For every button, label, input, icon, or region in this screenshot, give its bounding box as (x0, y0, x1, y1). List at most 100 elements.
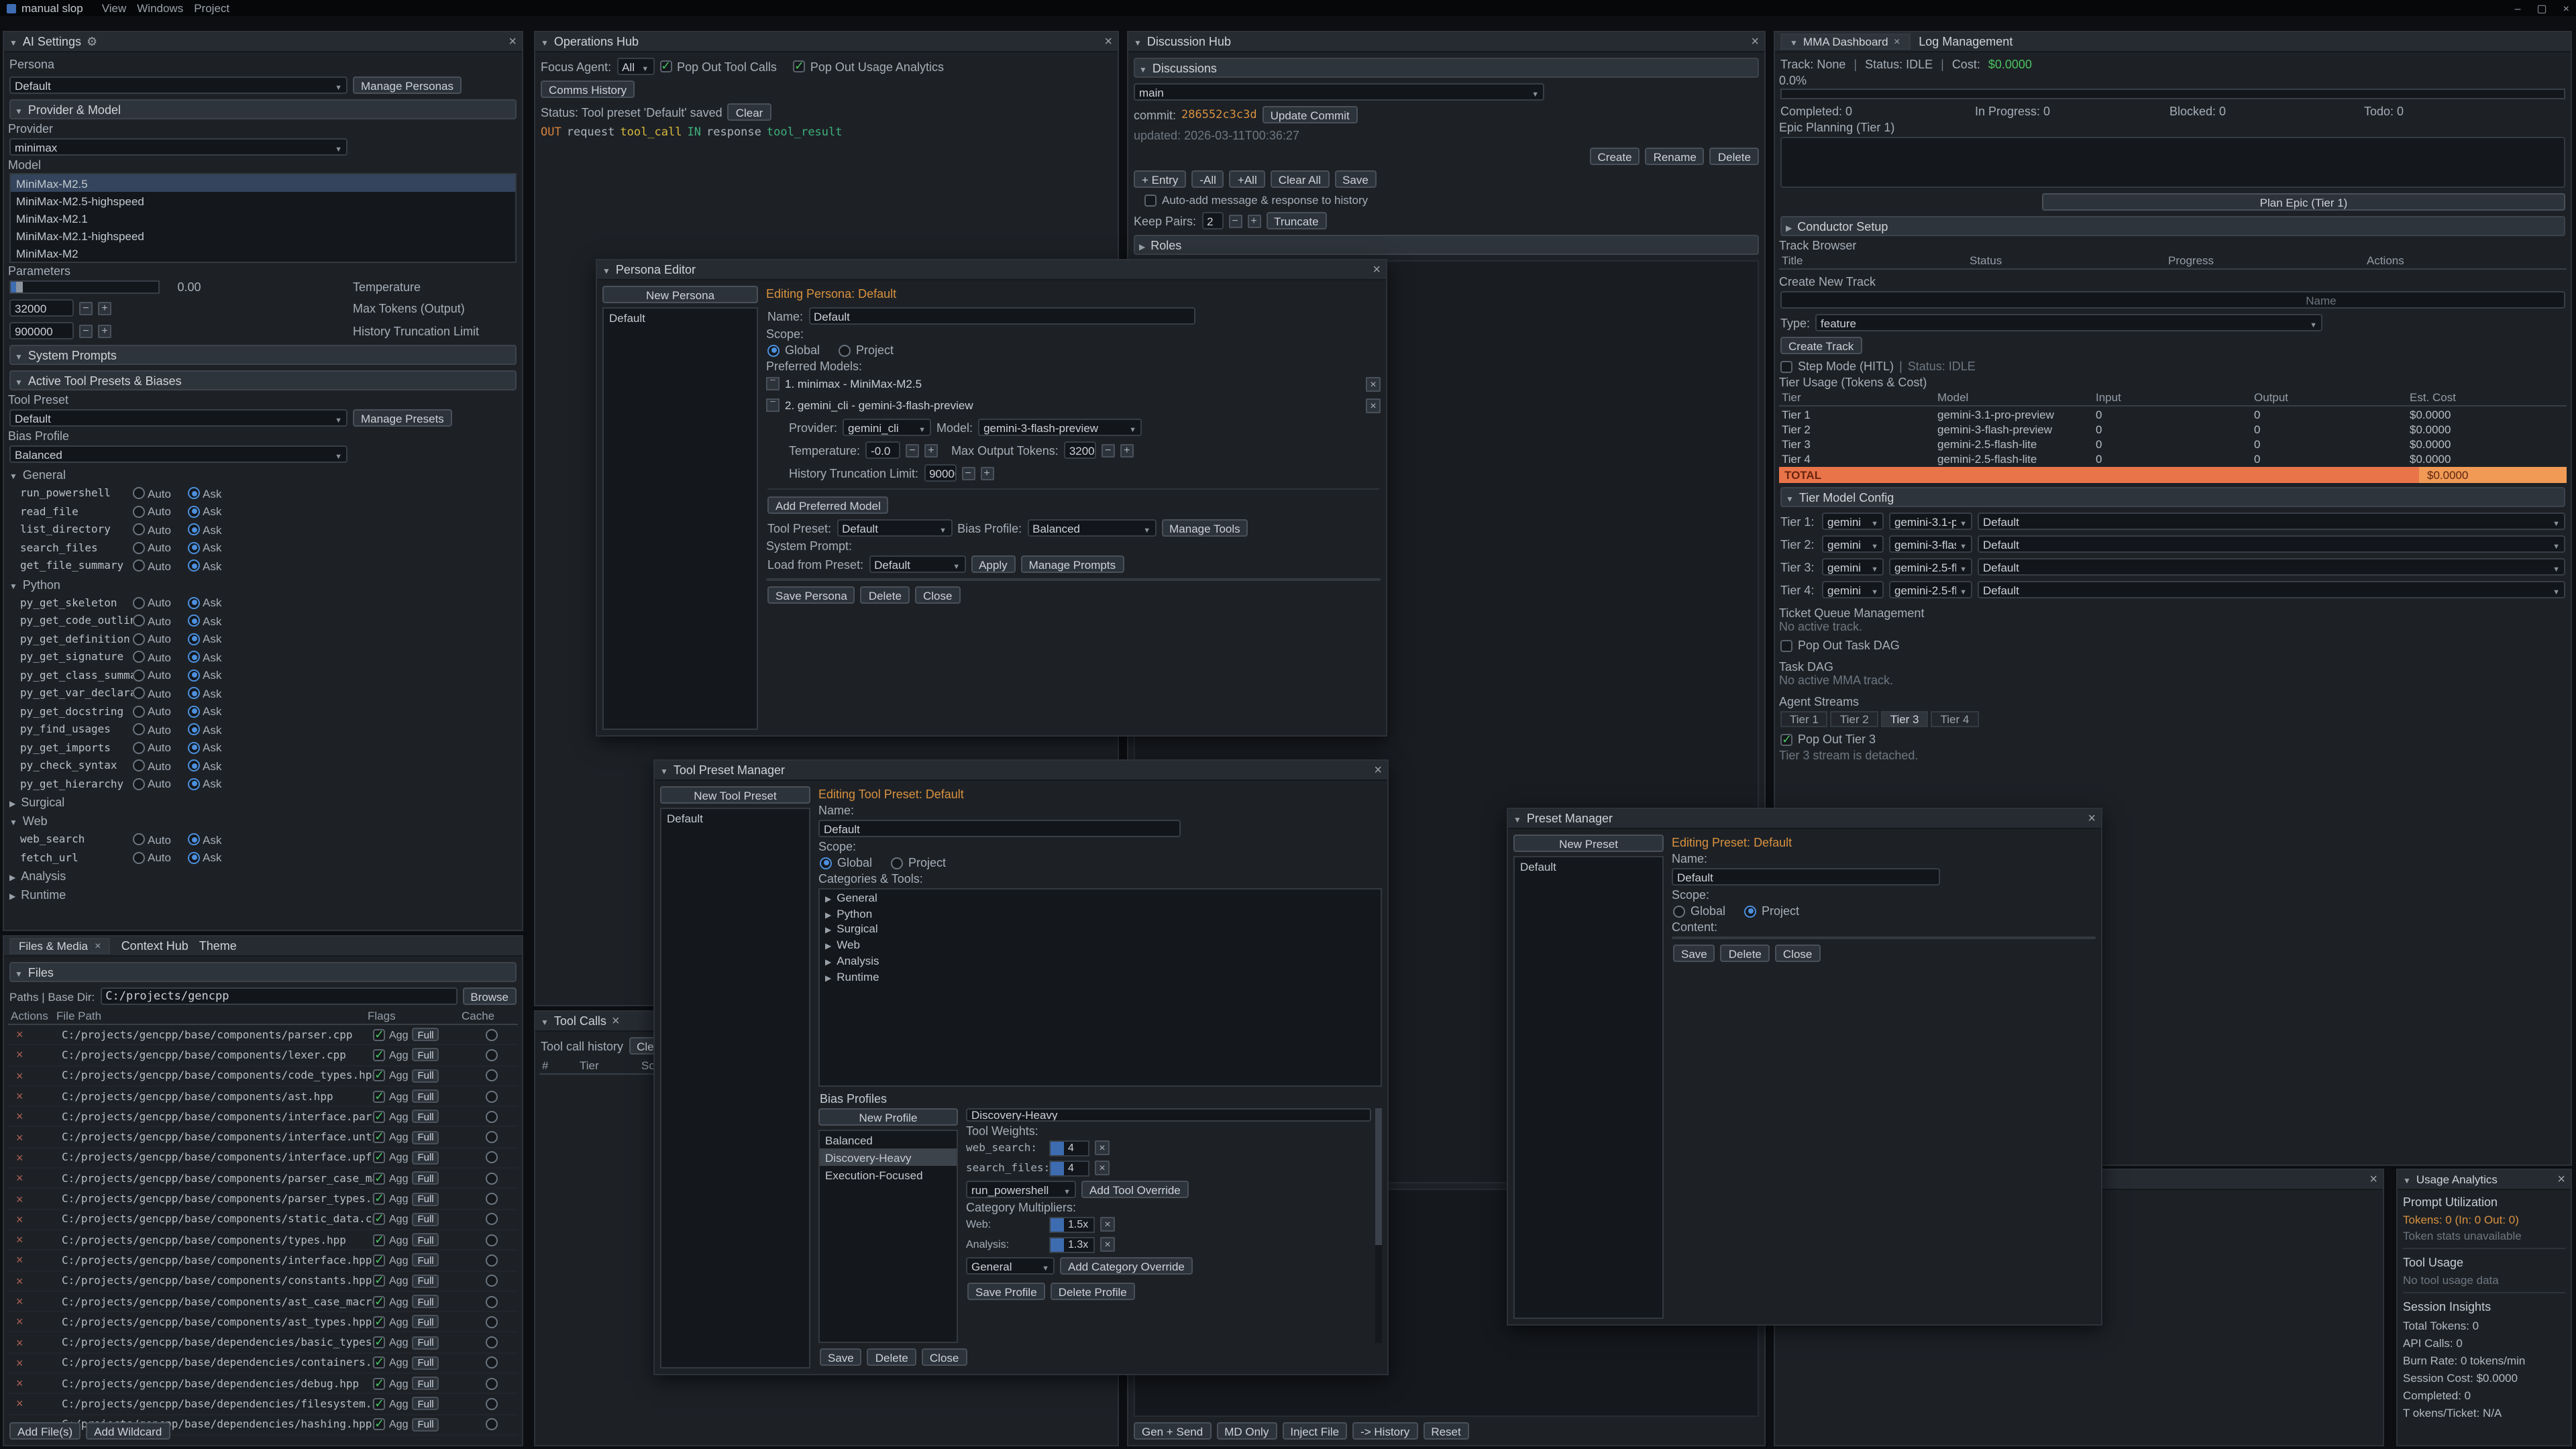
discussion-entry-button[interactable]: -All (1191, 170, 1224, 188)
entry-model-select[interactable]: gemini-3-flash-preview (978, 419, 1142, 436)
bias-profile-select[interactable]: Balanced (1027, 519, 1156, 537)
cache-radio[interactable] (485, 1090, 497, 1102)
add-preferred-model-button[interactable]: Add Preferred Model (767, 496, 889, 514)
full-button[interactable]: Full (412, 1213, 439, 1226)
remove-file-icon[interactable] (16, 1089, 23, 1103)
ask-radio[interactable] (188, 834, 200, 846)
auto-radio[interactable] (133, 742, 145, 754)
remove-file-icon[interactable] (16, 1049, 23, 1062)
ask-radio[interactable] (188, 560, 200, 572)
tier-provider-select[interactable]: gemini (1822, 558, 1884, 576)
cache-radio[interactable] (485, 1398, 497, 1410)
tier-provider-select[interactable]: gemini (1822, 535, 1884, 553)
tab-mma-dashboard[interactable]: MMA Dashboard (1780, 34, 1911, 50)
bias-profile-list-item[interactable]: Balanced (820, 1131, 957, 1148)
auto-radio[interactable] (133, 506, 145, 518)
full-button[interactable]: Full (412, 1089, 439, 1103)
tool-preset-select[interactable]: Default (9, 409, 347, 427)
ask-radio[interactable] (188, 724, 200, 736)
agg-checkbox[interactable] (373, 1214, 385, 1226)
temperature-input[interactable]: -0.0 (865, 441, 900, 459)
scope-project-radio[interactable] (891, 857, 903, 869)
increment-button[interactable] (924, 443, 938, 457)
auto-add-checkbox[interactable] (1144, 194, 1157, 206)
ask-radio[interactable] (188, 778, 200, 790)
agg-checkbox[interactable] (373, 1193, 385, 1205)
remove-file-icon[interactable] (16, 1151, 23, 1165)
files-section[interactable]: Files (9, 962, 517, 982)
auto-radio[interactable] (133, 651, 145, 663)
discussion-entry-button[interactable]: Clear All (1271, 170, 1329, 188)
slider-handle[interactable] (16, 282, 23, 292)
ask-radio[interactable] (188, 760, 200, 772)
full-button[interactable]: Full (412, 1171, 439, 1185)
category-node[interactable]: Analysis (820, 953, 1381, 969)
agg-checkbox[interactable] (373, 1336, 385, 1348)
collapse-icon[interactable] (2403, 1173, 2411, 1186)
agg-checkbox[interactable] (373, 1152, 385, 1164)
auto-radio[interactable] (133, 760, 145, 772)
agg-checkbox[interactable] (373, 1357, 385, 1369)
remove-file-icon[interactable] (16, 1336, 23, 1349)
increment-button[interactable] (980, 466, 994, 480)
save-persona-button[interactable]: Save Persona (767, 586, 855, 604)
collapse-icon[interactable] (1513, 812, 1521, 825)
update-commit-button[interactable]: Update Commit (1263, 106, 1358, 123)
agg-checkbox[interactable] (373, 1316, 385, 1328)
agg-checkbox[interactable] (373, 1131, 385, 1143)
full-button[interactable]: Full (412, 1397, 439, 1411)
remove-multiplier-icon[interactable] (1100, 1217, 1115, 1232)
scope-global-radio[interactable] (767, 344, 780, 356)
keep-pairs-input[interactable]: 2 (1201, 212, 1223, 229)
cache-radio[interactable] (485, 1049, 497, 1061)
max-output-input[interactable]: 32000 (1064, 441, 1096, 459)
tab-files-media[interactable]: Files & Media (9, 938, 111, 954)
cache-radio[interactable] (485, 1377, 497, 1389)
category-node[interactable]: General (820, 890, 1381, 906)
agg-checkbox[interactable] (373, 1398, 385, 1410)
menu-item[interactable]: Windows (137, 1, 183, 15)
entry-provider-select[interactable]: gemini_cli (843, 419, 931, 436)
full-button[interactable]: Full (412, 1316, 439, 1329)
pop-out-tier-checkbox[interactable] (1780, 733, 1792, 745)
scrollbar[interactable] (1375, 1108, 1382, 1343)
cache-radio[interactable] (485, 1028, 497, 1040)
auto-radio[interactable] (133, 852, 145, 864)
max-tokens-input[interactable]: 32000 (9, 299, 74, 317)
agg-checkbox[interactable] (373, 1275, 385, 1287)
close-panel-icon[interactable] (1751, 34, 1759, 49)
ask-radio[interactable] (188, 597, 200, 609)
full-button[interactable]: Full (412, 1049, 439, 1062)
temperature-slider[interactable] (9, 280, 160, 294)
stream-tab[interactable]: Tier 3 (1881, 711, 1929, 727)
new-persona-button[interactable]: New Persona (602, 286, 758, 303)
add-wildcard-button[interactable]: Add Wildcard (86, 1422, 170, 1440)
delete-button[interactable]: Delete (867, 1348, 916, 1366)
remove-file-icon[interactable] (16, 1213, 23, 1226)
agg-checkbox[interactable] (373, 1069, 385, 1081)
ask-radio[interactable] (188, 852, 200, 864)
cache-radio[interactable] (485, 1152, 497, 1164)
tool-preset-select[interactable]: Default (837, 519, 952, 537)
cache-radio[interactable] (485, 1069, 497, 1081)
model-option[interactable]: MiniMax-M2 (11, 244, 515, 262)
tool-group-general[interactable]: General (9, 468, 517, 482)
pop-out-usage-checkbox[interactable] (793, 60, 805, 72)
category-node[interactable]: Web (820, 937, 1381, 953)
remove-file-icon[interactable] (16, 1397, 23, 1411)
base-dir-input[interactable]: C:/projects/gencpp (100, 987, 457, 1005)
pop-out-dag-checkbox[interactable] (1780, 639, 1792, 651)
remove-file-icon[interactable] (16, 1233, 23, 1246)
close-button[interactable]: Close (915, 586, 960, 604)
discussion-action-button[interactable]: Gen + Send (1134, 1422, 1211, 1440)
discussion-select[interactable]: main (1134, 83, 1544, 101)
active-presets-section[interactable]: Active Tool Presets & Biases (9, 370, 517, 390)
collapse-icon[interactable] (602, 263, 610, 276)
discussion-action-button[interactable]: -> History (1352, 1422, 1417, 1440)
auto-radio[interactable] (133, 488, 145, 500)
save-profile-button[interactable]: Save Profile (967, 1283, 1045, 1300)
preset-content-textarea[interactable] (1672, 936, 2096, 939)
increment-button[interactable] (98, 324, 111, 337)
gear-icon[interactable] (87, 34, 97, 49)
agg-checkbox[interactable] (373, 1172, 385, 1184)
